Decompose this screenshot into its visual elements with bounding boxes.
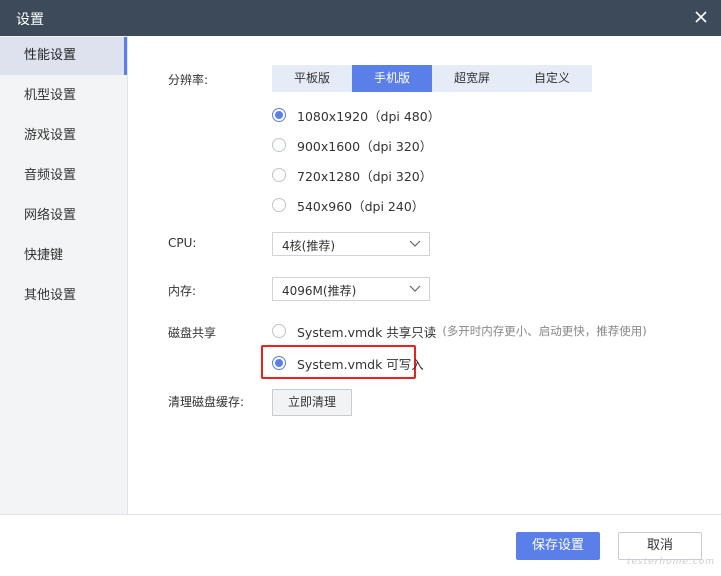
chevron-down-icon (409, 285, 421, 292)
settings-sidebar: 性能设置 机型设置 游戏设置 音频设置 网络设置 快捷键 其他设置 (0, 36, 128, 514)
sidebar-item-shortcuts[interactable]: 快捷键 (0, 237, 127, 275)
clear-cache-label: 清理磁盘缓存: (168, 395, 245, 409)
sidebar-item-model[interactable]: 机型设置 (0, 77, 127, 115)
disk-share-label: 磁盘共享 (168, 326, 217, 340)
tab-phone[interactable]: 手机版 (352, 65, 432, 92)
sidebar-item-other[interactable]: 其他设置 (0, 277, 127, 315)
resolution-option-900[interactable]: 900x1600（dpi 320） (272, 135, 432, 155)
tab-ultrawide[interactable]: 超宽屏 (432, 65, 512, 92)
disk-share-hint: (多开时内存更小、启动更快，推荐使用) (442, 324, 647, 338)
tab-custom[interactable]: 自定义 (512, 65, 592, 92)
tab-tablet[interactable]: 平板版 (272, 65, 352, 92)
radio-icon[interactable] (272, 324, 286, 338)
resolution-option-label: 900x1600（dpi 320） (297, 138, 433, 154)
radio-icon[interactable] (272, 198, 286, 212)
resolution-option-label: 720x1280（dpi 320） (297, 168, 433, 184)
resolution-option-540[interactable]: 540x960（dpi 240） (272, 195, 424, 215)
dialog-footer: 保存设置 取消 testerhome.com (0, 514, 721, 576)
memory-select[interactable]: 4096M(推荐) (272, 277, 430, 301)
cpu-select[interactable]: 4核(推荐) (272, 232, 430, 256)
settings-panel: 分辨率: 平板版 手机版 超宽屏 自定义 1080x1920（dpi 480） … (128, 36, 721, 514)
resolution-option-1080[interactable]: 1080x1920（dpi 480） (272, 105, 440, 125)
window-title: 设置 (16, 12, 44, 28)
resolution-option-label: 1080x1920（dpi 480） (297, 108, 441, 124)
cpu-label: CPU: (168, 236, 197, 250)
cpu-value: 4核(推荐) (282, 239, 335, 253)
radio-checked-icon[interactable] (272, 108, 286, 122)
radio-checked-icon[interactable] (272, 356, 286, 370)
disk-share-readonly-option[interactable]: System.vmdk 共享只读 (多开时内存更小、启动更快，推荐使用) (272, 321, 647, 341)
clear-cache-button[interactable]: 立即清理 (272, 389, 352, 416)
resolution-label: 分辨率: (168, 73, 209, 87)
sidebar-item-performance[interactable]: 性能设置 (0, 37, 127, 75)
sidebar-item-network[interactable]: 网络设置 (0, 197, 127, 235)
resolution-option-label: 540x960（dpi 240） (297, 198, 425, 214)
resolution-tabs: 平板版 手机版 超宽屏 自定义 (272, 65, 592, 92)
sidebar-item-audio[interactable]: 音频设置 (0, 157, 127, 195)
sidebar-item-game[interactable]: 游戏设置 (0, 117, 127, 155)
disk-share-option-label: System.vmdk 共享只读 (297, 324, 437, 340)
disk-share-writable-option[interactable]: System.vmdk 可写入 (272, 353, 424, 373)
cancel-button[interactable]: 取消 (618, 532, 702, 560)
watermark: testerhome.com (626, 557, 715, 567)
memory-value: 4096M(推荐) (282, 284, 357, 298)
chevron-down-icon (409, 240, 421, 247)
memory-label: 内存: (168, 284, 197, 298)
radio-icon[interactable] (272, 138, 286, 152)
close-icon[interactable] (691, 7, 711, 27)
title-bar: 设置 (0, 0, 721, 36)
radio-icon[interactable] (272, 168, 286, 182)
resolution-option-720[interactable]: 720x1280（dpi 320） (272, 165, 432, 185)
save-button[interactable]: 保存设置 (516, 532, 600, 560)
disk-share-option-label: System.vmdk 可写入 (297, 356, 424, 372)
